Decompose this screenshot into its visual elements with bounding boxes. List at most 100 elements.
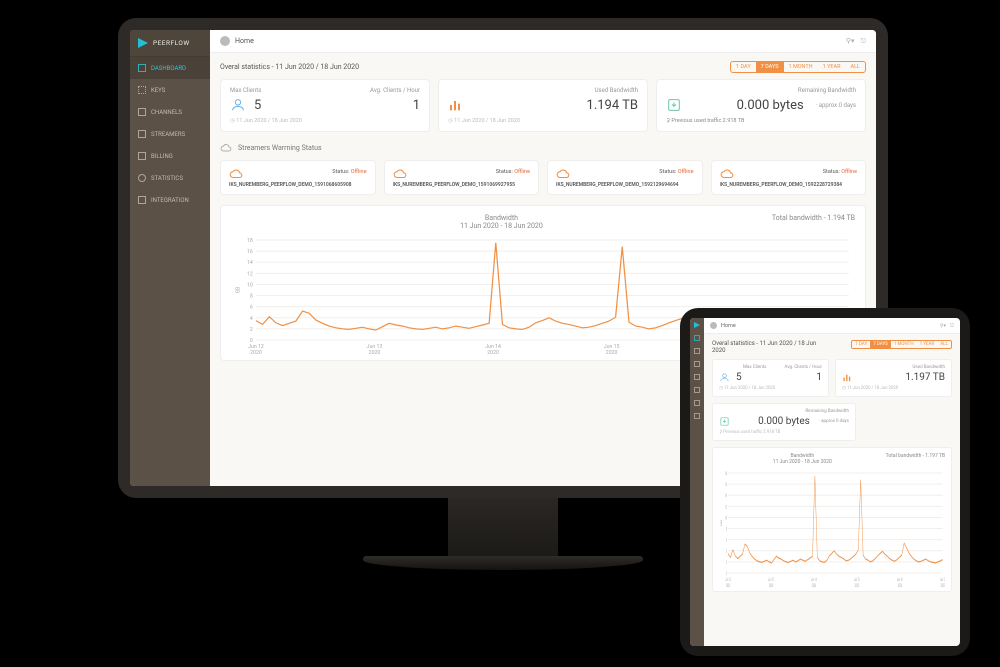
keys-icon — [138, 86, 146, 94]
tablet-content: Overal statistics - 11 Jun 2020 / 18 Jun… — [704, 334, 960, 646]
range-1month[interactable]: 1 MONTH — [784, 62, 818, 72]
tablet-device-frame: Home ⚲▾ ⎋ Overal statistics - 11 Jun 202… — [680, 308, 970, 656]
streamer-card[interactable]: Status: Offline IKS_NUREMBERG_PEERFLOW_D… — [711, 160, 867, 195]
sidebar-item-integration[interactable] — [694, 413, 700, 419]
sidebar-item-label: DASHBOARD — [151, 65, 186, 72]
streamer-card[interactable]: Status: Offline IKS_NUREMBERG_PEERFLOW_D… — [547, 160, 703, 195]
download-icon — [666, 97, 682, 113]
svg-text:2020: 2020 — [812, 583, 816, 588]
chart-subtitle: 11 Jun 2020 - 18 Jun 2020 — [231, 222, 772, 230]
sidebar-item-channels[interactable]: CHANNELS — [130, 101, 210, 123]
range-all[interactable]: ALL — [845, 62, 865, 72]
sidebar-item-label: STATISTICS — [151, 175, 183, 182]
svg-text:14: 14 — [247, 260, 253, 266]
user-icon — [230, 97, 246, 113]
avatar[interactable] — [220, 36, 230, 46]
svg-text:0: 0 — [250, 338, 253, 344]
sidebar-item-streamers[interactable] — [694, 374, 700, 380]
svg-text:Jun 15: Jun 15 — [604, 344, 620, 350]
label-remaining-bandwidth: Remaining Bandwidth — [798, 87, 856, 94]
svg-text:Jun 13: Jun 13 — [367, 344, 383, 350]
sidebar-item-dashboard[interactable] — [694, 335, 700, 341]
play-icon — [138, 38, 148, 48]
status-badge: Offline — [841, 169, 857, 175]
statistics-icon — [138, 174, 146, 182]
svg-text:Jun 14: Jun 14 — [811, 577, 817, 582]
sidebar-item-billing[interactable] — [694, 387, 700, 393]
sidebar-item-keys[interactable]: KEYS — [130, 79, 210, 101]
streamer-name: IKS_NUREMBERG_PEERFLOW_DEMO_159212969469… — [556, 182, 694, 188]
streamers-section-title: Streamers Warrning Status — [220, 142, 866, 154]
logout-icon[interactable]: ⎋ — [860, 37, 866, 46]
avatar[interactable] — [710, 322, 717, 329]
range-1month[interactable]: 1 MONTH — [891, 341, 917, 348]
card-clients: Max Clients Avg. Clients / Hour 5 1 ◷ 11… — [712, 359, 829, 397]
range-7days[interactable]: 7 DAYS — [870, 341, 891, 348]
chart-total: Total bandwidth - 1.194 TB — [772, 214, 855, 230]
svg-text:2020: 2020 — [369, 350, 381, 356]
user-menu-icon[interactable]: ⚲▾ — [846, 37, 855, 46]
sidebar-item-integration[interactable]: INTEGRATION — [130, 189, 210, 211]
streamer-name: IKS_NUREMBERG_PEERFLOW_DEMO_159106992795… — [393, 182, 531, 188]
svg-text:16: 16 — [725, 482, 727, 487]
card-remaining-bandwidth: Remaining Bandwidth 0.000 bytes · approx… — [712, 403, 856, 441]
card-remaining-sub: Previous used traffic 2.918 TB — [671, 118, 744, 124]
svg-text:Jun 15: Jun 15 — [854, 577, 860, 582]
range-1year[interactable]: 1 YEAR — [917, 341, 938, 348]
svg-text:16: 16 — [247, 249, 253, 255]
sidebar-item-streamers[interactable]: STREAMERS — [130, 123, 210, 145]
value-remaining-suffix: · approx 0 days — [816, 102, 856, 109]
sidebar-item-statistics[interactable] — [694, 400, 700, 406]
card-clients: Max Clients Avg. Clients / Hour 5 1 — [220, 79, 430, 132]
bandwidth-chart: 024681012141618GBJun 122020Jun 132020Jun… — [719, 469, 945, 589]
streamer-card[interactable]: Status: Offline IKS_NUREMBERG_PEERFLOW_D… — [220, 160, 376, 195]
user-menu-icon[interactable]: ⚲▾ — [940, 323, 946, 329]
tablet-sidebar — [690, 318, 704, 646]
sidebar-item-channels[interactable] — [694, 361, 700, 367]
svg-text:2: 2 — [726, 560, 727, 565]
svg-text:2020: 2020 — [606, 350, 618, 356]
topbar: Home ⚲▾ ⎋ — [210, 30, 876, 53]
play-icon[interactable] — [694, 322, 700, 328]
svg-text:8: 8 — [726, 527, 727, 532]
range-1day[interactable]: 1 DAY — [731, 62, 756, 72]
download-icon — [719, 416, 730, 427]
svg-text:6: 6 — [726, 538, 727, 543]
sidebar-item-statistics[interactable]: STATISTICS — [130, 167, 210, 189]
chart-subtitle: 11 Jun 2020 - 18 Jun 2020 — [719, 459, 886, 465]
sidebar-item-dashboard[interactable]: DASHBOARD — [130, 57, 210, 79]
range-1year[interactable]: 1 YEAR — [818, 62, 846, 72]
page-title: Overal statistics - 11 Jun 2020 / 18 Jun… — [712, 340, 822, 354]
streamer-card[interactable]: Status: Offline IKS_NUREMBERG_PEERFLOW_D… — [384, 160, 540, 195]
streamer-cards: Status: Offline IKS_NUREMBERG_PEERFLOW_D… — [220, 160, 866, 195]
card-remaining-bandwidth: Remaining Bandwidth 0.000 bytes · approx… — [656, 79, 866, 132]
tablet-main: Home ⚲▾ ⎋ Overal statistics - 11 Jun 202… — [704, 318, 960, 646]
breadcrumb: Home — [721, 323, 736, 329]
bars-icon — [842, 372, 853, 383]
tablet-app-window: Home ⚲▾ ⎋ Overal statistics - 11 Jun 202… — [690, 318, 960, 646]
sidebar-item-keys[interactable] — [694, 348, 700, 354]
value-used-bandwidth: 1.194 TB — [587, 98, 638, 113]
sidebar: PEERFLOW DASHBOARD KEYS CHANNELS STREAME… — [130, 30, 210, 486]
page-title: Overal statistics - 11 Jun 2020 / 18 Jun… — [220, 63, 359, 71]
date-range-group: 1 DAY 7 DAYS 1 MONTH 1 YEAR ALL — [851, 340, 952, 349]
logout-icon[interactable]: ⎋ — [950, 323, 954, 329]
sidebar-item-billing[interactable]: BILLING — [130, 145, 210, 167]
status-badge: Offline — [351, 169, 367, 175]
sidebar-item-label: STREAMERS — [151, 131, 185, 138]
svg-text:2020: 2020 — [941, 583, 945, 588]
brand-text: PEERFLOW — [153, 39, 190, 47]
svg-text:10: 10 — [725, 515, 727, 520]
svg-text:2: 2 — [250, 327, 253, 333]
sidebar-item-label: KEYS — [151, 87, 165, 94]
range-7days[interactable]: 7 DAYS — [756, 62, 784, 72]
brand[interactable]: PEERFLOW — [130, 30, 210, 57]
svg-text:2020: 2020 — [250, 350, 262, 356]
label-avg-clients: Avg. Clients / Hour — [370, 87, 420, 94]
card-used-bandwidth: Used Bandwidth 1.194 TB ◷ 11 Jun 2020 / … — [438, 79, 648, 132]
range-1day[interactable]: 1 DAY — [852, 341, 870, 348]
value-max-clients: 5 — [254, 98, 261, 113]
card-clients-sub: 11 Jun 2020 / 18 Jun 2020 — [236, 118, 302, 124]
chart-title: Bandwidth — [231, 214, 772, 222]
range-all[interactable]: ALL — [937, 341, 951, 348]
